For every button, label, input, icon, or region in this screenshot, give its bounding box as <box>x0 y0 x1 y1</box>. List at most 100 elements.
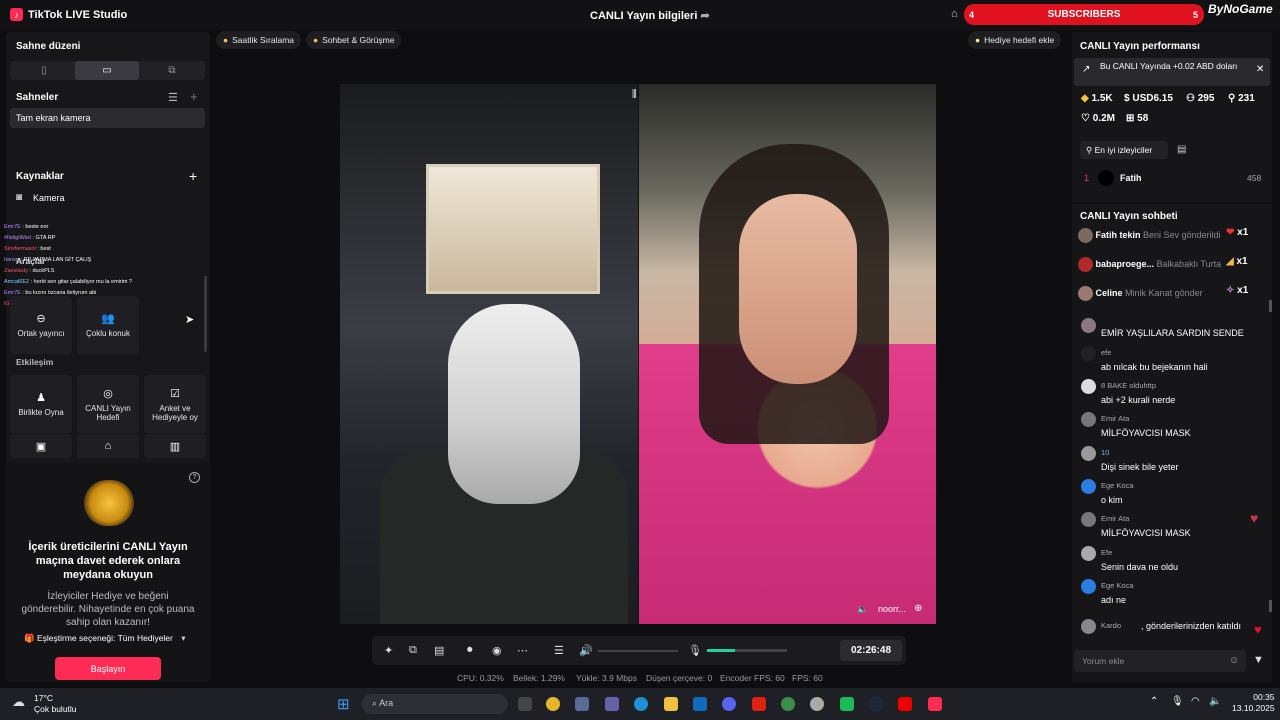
chat-overlay-user: Zaosiauty <box>4 268 28 274</box>
settings-sliders-icon[interactable]: ☰ <box>554 644 564 657</box>
weather-temp: 17°C <box>34 693 53 703</box>
emoji-icon[interactable]: ☺ <box>1229 655 1239 666</box>
subscribers-banner: 4 SUBSCRIBERS 5 <box>964 4 1204 25</box>
avatar <box>1081 318 1096 333</box>
gift-row: Fatih tekin Beni Sev gönderildi <box>1078 228 1221 243</box>
add-guest-icon[interactable]: ⊕ <box>914 603 922 614</box>
source-item[interactable]: Kamera <box>33 193 65 203</box>
scene-item[interactable]: Tam ekran kamera <box>10 108 205 128</box>
split-handle-icon[interactable]: ⫼ <box>632 89 637 100</box>
tray-chevron-icon[interactable]: ⌃ <box>1150 696 1158 707</box>
chat-username[interactable]: Efe <box>1101 548 1112 557</box>
poll-tile[interactable]: ☑ Anket ve Hediyeyle oy <box>144 375 206 433</box>
landscape-layout-icon[interactable]: ▭ <box>75 61 139 80</box>
trend-icon: ↗ <box>1082 64 1091 75</box>
add-scene-icon[interactable]: + <box>190 89 198 104</box>
store-tile[interactable]: ⌂ <box>77 434 139 458</box>
gift-goal-pill[interactable]: ● Hediye hedefi ekle <box>968 31 1062 49</box>
portrait-layout-icon[interactable]: ▯ <box>12 61 76 80</box>
list-view-icon[interactable]: ▤ <box>1177 144 1186 155</box>
taskbar-search[interactable]: ⌕ Ara <box>362 694 508 714</box>
dual-layout-icon[interactable]: ⧉ <box>140 61 204 80</box>
mic-tray-icon[interactable]: 🎙 <box>1171 696 1184 707</box>
chat-call-pill[interactable]: ● Sohbet & Görüşme <box>306 31 402 49</box>
left-scrollbar[interactable] <box>204 276 207 352</box>
top-viewer-name[interactable]: Fatih <box>1120 173 1142 183</box>
edge-icon[interactable] <box>634 697 648 711</box>
chat-username[interactable]: Ege Koca <box>1101 481 1134 490</box>
magic-wand-icon[interactable]: ✦ <box>384 644 393 657</box>
viewers-icon: ⚇ <box>1186 93 1195 104</box>
volume-tray-icon[interactable]: 🔈 <box>1209 696 1221 707</box>
live-preview[interactable]: ⫼ <box>340 84 936 624</box>
file-explorer-icon[interactable] <box>664 697 678 711</box>
app-icon[interactable] <box>810 697 824 711</box>
app-logo: ♪ TikTok LIVE Studio <box>10 8 127 21</box>
co-host-tile[interactable]: ⊖ Ortak yayıncı <box>10 296 72 354</box>
live-goal-tile[interactable]: ◎ CANLI Yayın Hedefi <box>77 375 139 433</box>
help-icon[interactable]: ? <box>189 472 200 483</box>
comment-input[interactable]: Yorum ekle <box>1074 650 1246 672</box>
gift-scrollbar[interactable] <box>1269 300 1272 312</box>
chrome-icon[interactable] <box>546 697 560 711</box>
teams-icon[interactable] <box>605 697 619 711</box>
multi-guest-tile[interactable]: 👥 Çoklu konuk <box>77 296 139 354</box>
chat-scrollbar[interactable] <box>1269 600 1272 612</box>
book-tile[interactable]: ▥ <box>144 434 206 458</box>
top-viewer-avatar <box>1098 170 1114 186</box>
hourly-ranking-pill[interactable]: ● Saatlik Sıralama <box>216 31 302 49</box>
taskbar-clock[interactable]: 00:35 13.10.2025 <box>1232 692 1275 714</box>
mic-level-track[interactable] <box>707 649 787 652</box>
close-icon[interactable]: ✕ <box>1256 65 1264 75</box>
steam-icon[interactable] <box>869 697 883 711</box>
chat-username[interactable]: 10 <box>1101 448 1109 457</box>
windows-start-icon[interactable]: ⊞ <box>337 695 350 713</box>
chat-username[interactable]: 8 BAKE olduhttp <box>1101 381 1156 390</box>
add-source-icon[interactable]: + <box>189 168 197 184</box>
store-app-icon[interactable] <box>575 697 589 711</box>
home-icon[interactable]: ⌂ <box>951 8 958 20</box>
share-icon[interactable]: ➦ <box>700 10 709 22</box>
chat-message-text: abi +2 kurali nerde <box>1101 395 1176 405</box>
chat-username[interactable]: Ege Koca <box>1101 581 1134 590</box>
chat-username[interactable]: Emir Ata <box>1101 514 1129 523</box>
weather-widget[interactable]: 17°C Çok bulutlu <box>34 693 77 715</box>
wifi-icon[interactable]: ◠ <box>1191 696 1200 707</box>
chat-message-text: , gönderilerinizden katıldı <box>1141 621 1242 631</box>
top-viewer-score: 458 <box>1247 173 1262 183</box>
gift-count: ❤ x1 <box>1226 227 1249 238</box>
pairing-select[interactable]: 🎁 Eşleştirme seçeneği: Tüm Hediyeler ▾ <box>24 633 186 644</box>
tiktok-live-icon[interactable] <box>928 697 942 711</box>
chat-username[interactable]: efe <box>1101 348 1111 357</box>
start-button[interactable]: Başlayın <box>55 657 161 680</box>
outlook-icon[interactable] <box>693 697 707 711</box>
opera-icon[interactable] <box>752 697 766 711</box>
microphone-icon[interactable]: 🎙 <box>688 644 702 657</box>
chat-username[interactable]: Kardo <box>1101 621 1121 630</box>
chrome-profile-icon[interactable] <box>781 697 795 711</box>
layers-icon[interactable]: ▤ <box>434 644 444 657</box>
list-icon[interactable]: ☰ <box>168 91 178 104</box>
chat-overlay-user: Amcal6E2 <box>4 279 30 285</box>
book-icon: ▥ <box>169 440 181 453</box>
chat-username[interactable]: Emir Ata <box>1101 414 1129 423</box>
gift-box-icon: ⊞ <box>1126 113 1135 124</box>
effects-icon[interactable]: ◉ <box>492 644 502 657</box>
discord-icon[interactable] <box>722 697 736 711</box>
trophy-icon: ● <box>223 35 229 45</box>
weather-icon: ☁ <box>12 694 25 709</box>
top-viewers-button[interactable]: ⚲ En iyi izleyiciler <box>1080 141 1168 159</box>
play-together-tile[interactable]: ♟ Birlikte Oyna <box>10 375 72 433</box>
task-view-icon[interactable] <box>518 697 532 711</box>
more-icon[interactable]: ⋯ <box>517 644 528 657</box>
subscribers-left-count: 4 <box>969 9 975 20</box>
screen-add-icon[interactable]: ⧉ <box>409 644 417 657</box>
box-tile[interactable]: ▣ <box>10 434 72 458</box>
spotify-icon[interactable] <box>840 697 854 711</box>
record-icon[interactable]: ⏺ <box>467 644 473 657</box>
window-title[interactable]: CANLI Yayın bilgileri ➦ <box>590 9 710 22</box>
volume-icon[interactable]: 🔊 <box>579 644 593 657</box>
filter-icon[interactable]: ▼ <box>1253 654 1264 666</box>
volume-slider[interactable] <box>598 650 678 652</box>
youtube-icon[interactable] <box>898 697 912 711</box>
